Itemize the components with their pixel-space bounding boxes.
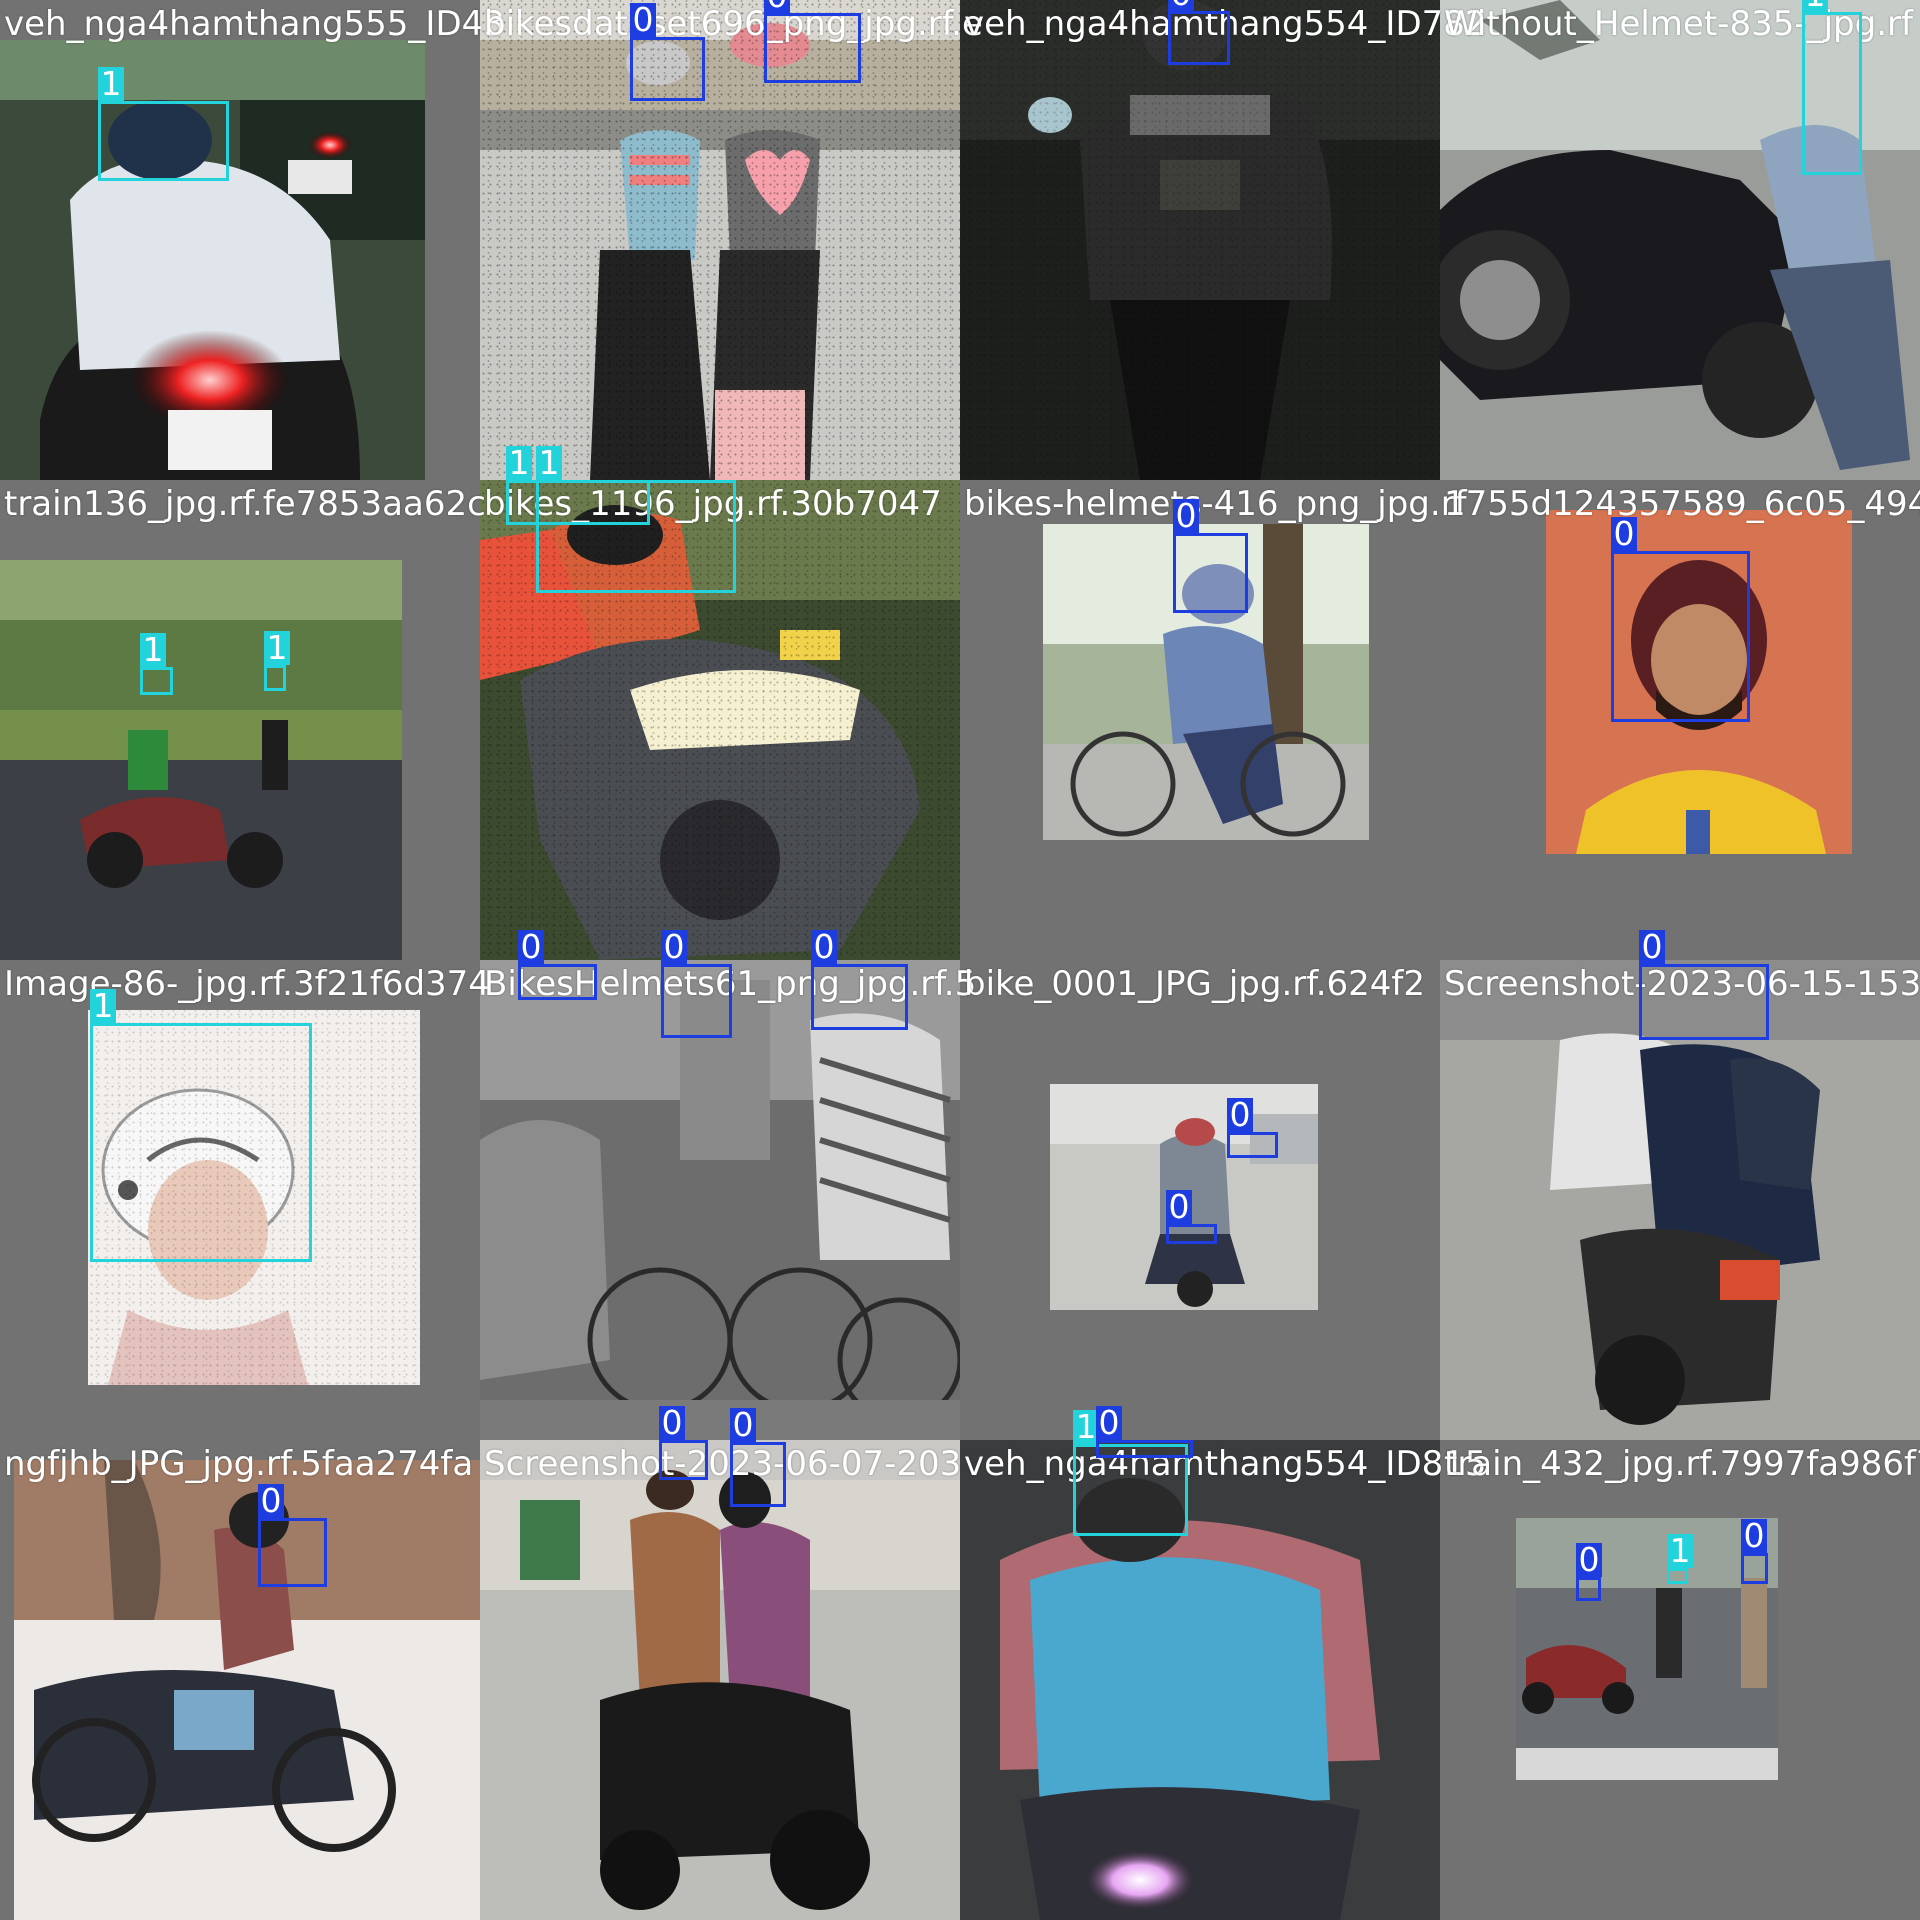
tile-7: 1755d124357589_6c05_494e_ 0 [1440,480,1920,960]
bbox-1: 1 [264,631,290,691]
bbox-0: 0 [1096,1406,1193,1458]
box-class-tag: 0 [1096,1406,1122,1440]
detection-mosaic: veh_nga4hamthang555_ID43 1 bikesdataset6… [0,0,1920,1920]
tile-0: veh_nga4hamthang555_ID43 1 [0,0,505,480]
photo-art [1516,1518,1778,1780]
tile-label: Image-86-_jpg.rf.3f21f6d374 [4,964,490,1004]
bbox-0: 0 [258,1484,327,1587]
bbox-0: 0 [811,930,908,1030]
box-class-tag: 0 [1611,517,1637,551]
box-class-tag: 1 [1667,1534,1693,1568]
bbox-0: 0 [1166,1190,1217,1244]
box-class-tag: 1 [140,633,166,667]
tile-label: bikes-helmets-416_png_jpg.rf [964,484,1467,524]
box-class-tag: 0 [1639,930,1665,964]
photo-riders-closeup [960,1440,1440,1920]
tile-5: bikes_1196_jpg.rf.30b7047 1 1 [480,446,960,960]
photo-rider-dark [960,0,1440,480]
photo-art [960,1440,1440,1920]
bbox-0: 0 [1168,0,1230,65]
noise-overlay [480,0,960,480]
bbox-0: 0 [659,1406,708,1480]
tile-14: veh_nga4hamthang554_ID815 1 0 [960,1406,1487,1920]
tile-2: veh_nga4hamthang554_ID782 0 [960,0,1487,480]
box-class-tag: 1 [1802,0,1828,12]
box-class-tag: 0 [730,1408,756,1442]
bbox-0: 0 [1227,1098,1278,1158]
box-class-tag: 0 [518,930,544,964]
box-class-tag: 1 [98,67,124,101]
box-class-tag: 0 [661,930,687,964]
tile-9: BikesHelmets61_png_jpg.rf.5 0 0 0 [480,930,976,1440]
bbox-1: 1 [1667,1534,1693,1584]
bbox-1: 1 [140,633,173,695]
box-class-tag: 0 [1227,1098,1253,1132]
box-class-tag: 0 [811,930,837,964]
photo-art [14,1460,480,1920]
tile-3: Without_Helmet-835-_jpg.rf 1 [1440,0,1920,480]
bbox-0: 0 [1576,1543,1602,1601]
box-class-tag: 0 [1166,1190,1192,1224]
photo-park-scooter [0,560,402,960]
box-class-tag: 0 [1576,1543,1602,1577]
bbox-1: 1 [98,67,229,181]
tile-label: train136_jpg.rf.fe7853aa62c [4,484,486,524]
photo-two-riders-street [480,1440,960,1920]
box-class-tag: 0 [764,0,790,13]
tile-6: bikes-helmets-416_png_jpg.rf 0 [960,480,1467,960]
box-class-tag: 1 [506,446,532,480]
bbox-0: 0 [1741,1519,1768,1584]
bbox-0: 0 [630,3,705,101]
bbox-0: 0 [764,0,861,83]
tile-12: ngfjhb_JPG_jpg.rf.5faa274fa 0 [0,1440,480,1920]
photo-two-cyclists [480,0,960,480]
box-class-tag: 0 [1168,0,1194,11]
bbox-0: 0 [661,930,732,1038]
photo-square-scene [1516,1518,1778,1780]
photo-motorcycle-rider-street [14,1460,480,1920]
tile-4: train136_jpg.rf.fe7853aa62c 1 1 [0,480,486,960]
box-class-tag: 0 [1741,1519,1767,1553]
bbox-1: 1 [90,989,312,1262]
tile-1: bikesdataset696_png_jpg.rf.e 0 0 [480,0,983,480]
bbox-1: 1 [1802,0,1862,175]
box-class-tag: 0 [630,3,656,37]
box-class-tag: 1 [264,631,290,665]
noise-overlay [960,0,1440,480]
box-class-tag: 1 [536,446,562,480]
bbox-0: 0 [1611,517,1750,722]
tile-11: Screenshot-2023-06-15-153 0 [1440,930,1920,1440]
tile-10: bike_0001_JPG_jpg.rf.624f2 0 0 [960,960,1440,1440]
bbox-1: 1 [536,446,736,593]
tile-15: train_432_jpg.rf.7997fa986f7a 0 1 0 [1440,1440,1920,1920]
tile-8: Image-86-_jpg.rf.3f21f6d374 1 [0,960,490,1440]
photo-art [0,560,402,960]
tile-13: Screenshot-2023-06-07-203 0 0 [480,1406,961,1920]
bbox-0: 0 [518,930,597,1000]
box-class-tag: 0 [659,1406,685,1440]
tile-label: bike_0001_JPG_jpg.rf.624f2 [964,964,1426,1004]
box-class-tag: 0 [1173,499,1199,533]
bbox-0: 0 [730,1408,786,1507]
bbox-0: 0 [1639,930,1769,1040]
box-class-tag: 1 [90,989,116,1023]
box-class-tag: 0 [258,1484,284,1518]
tile-label: train_432_jpg.rf.7997fa986f7a [1444,1444,1920,1484]
photo-art [480,1440,960,1920]
bbox-0: 0 [1173,499,1248,613]
